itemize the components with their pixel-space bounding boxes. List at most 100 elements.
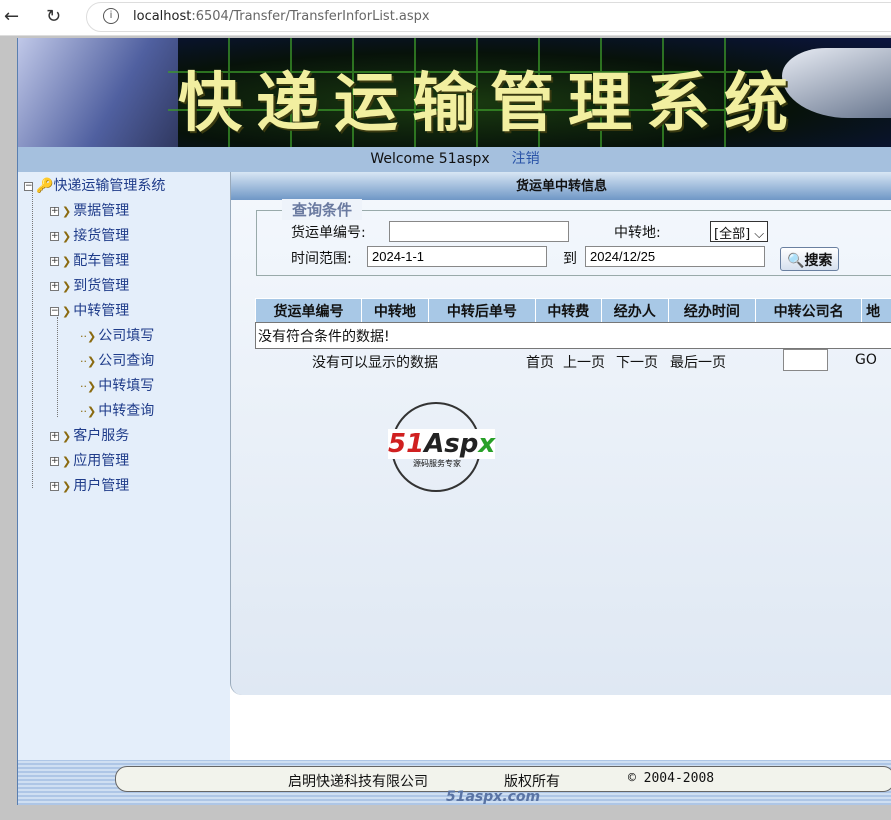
reload-icon[interactable]: ↻ bbox=[46, 6, 61, 27]
date-from-input[interactable] bbox=[367, 246, 547, 267]
back-icon[interactable]: ← bbox=[4, 6, 19, 27]
place-label: 中转地: bbox=[614, 225, 661, 241]
expand-icon[interactable]: + bbox=[50, 206, 59, 216]
table-header-row: 货运单编号 中转地 中转后单号 中转费 经办人 经办时间 中转公司名 地 bbox=[255, 298, 891, 323]
tree-item-label: 公司填写 bbox=[98, 328, 155, 344]
sidebar: − 🔑快递运输管理系统 + ❯ 票据管理 + ❯ 接货管理 + ❯ 配车管理 + ❯ 到货管理 −… bbox=[18, 172, 230, 760]
welcome-text: Welcome 51aspx bbox=[370, 151, 490, 167]
logout-link[interactable]: 注销 bbox=[512, 151, 540, 167]
banner: 快递运输管理系统 bbox=[18, 38, 891, 147]
tree-item-label: 中转管理 bbox=[73, 303, 130, 319]
browser-toolbar: ← ↻ i localhost:6504/Transfer/TransferIn… bbox=[0, 0, 891, 36]
results-table: 货运单编号 中转地 中转后单号 中转费 经办人 经办时间 中转公司名 地 没有符… bbox=[255, 298, 891, 349]
arrow-icon: ··❯ bbox=[80, 355, 97, 368]
date-to-input[interactable] bbox=[585, 246, 765, 267]
transfer-place-select[interactable]: [全部] ⌵ bbox=[710, 221, 769, 242]
tree-item-label: 到货管理 bbox=[73, 278, 130, 294]
expand-icon[interactable]: + bbox=[50, 456, 59, 466]
column-header[interactable]: 中转后单号 bbox=[427, 298, 536, 323]
collapse-icon[interactable]: − bbox=[24, 181, 33, 191]
arrow-icon: ❯ bbox=[62, 480, 72, 493]
tree-item-label: 客户服务 bbox=[73, 428, 130, 444]
order-number-input[interactable] bbox=[389, 221, 569, 242]
banner-title: 快递运输管理系统 bbox=[178, 66, 802, 141]
tree-root[interactable]: − 🔑快递运输管理系统 bbox=[24, 175, 165, 195]
watermark: 51aspx.com bbox=[446, 789, 541, 805]
tree-item-customer[interactable]: + ❯ 客户服务 bbox=[50, 425, 129, 445]
last-page-link[interactable]: 最后一页 bbox=[670, 352, 726, 372]
search-button[interactable]: 🔍搜索 bbox=[780, 247, 840, 271]
tree-item-arrival[interactable]: + ❯ 到货管理 bbox=[50, 275, 129, 295]
tree-item-label: 配车管理 bbox=[73, 253, 130, 269]
tree-item-dispatch[interactable]: + ❯ 配车管理 bbox=[50, 250, 129, 270]
arrow-icon: ··❯ bbox=[80, 405, 97, 418]
page-number-input[interactable] bbox=[783, 349, 828, 371]
tree-item-label: 中转查询 bbox=[98, 403, 155, 419]
url-host: localhost bbox=[133, 9, 192, 24]
tree-item-label: 公司查询 bbox=[98, 353, 155, 369]
arrow-icon: ❯ bbox=[62, 255, 72, 268]
tree-item-tickets[interactable]: + ❯ 票据管理 bbox=[50, 200, 129, 220]
query-legend: 查询条件 bbox=[282, 199, 363, 220]
column-header[interactable]: 经办时间 bbox=[667, 298, 757, 323]
next-page-link[interactable]: 下一页 bbox=[616, 352, 658, 372]
arrow-icon: ❯ bbox=[62, 230, 72, 243]
url-path: :6504/Transfer/TransferInforList.aspx bbox=[191, 9, 430, 24]
welcome-bar: Welcome 51aspx 注销 bbox=[18, 147, 891, 172]
tree-item-label: 用户管理 bbox=[73, 478, 130, 494]
tree-item-transfer-query[interactable]: ··❯ 中转查询 bbox=[80, 400, 154, 420]
copyright-text: © 2004-2008 bbox=[628, 771, 715, 786]
expand-icon[interactable]: + bbox=[50, 281, 59, 291]
key-icon: 🔑 bbox=[36, 178, 54, 194]
arrow-icon: ··❯ bbox=[80, 380, 97, 393]
order-label: 货运单编号: bbox=[291, 225, 366, 241]
arrow-icon: ❯ bbox=[62, 280, 72, 293]
table-row: 没有符合条件的数据! bbox=[255, 322, 891, 349]
expand-icon[interactable]: + bbox=[50, 256, 59, 266]
search-label: 搜索 bbox=[804, 253, 833, 269]
logo-subtitle: 源码服务专家 bbox=[413, 459, 461, 468]
column-header[interactable]: 经办人 bbox=[600, 298, 669, 323]
empty-message: 没有符合条件的数据! bbox=[255, 322, 891, 349]
tree-item-label: 应用管理 bbox=[73, 453, 130, 469]
page: 快递运输管理系统 Welcome 51aspx 注销 − 🔑快递运输管理系统 + ❯ 票… bbox=[17, 38, 891, 805]
go-button[interactable]: GO bbox=[855, 352, 877, 368]
range-label: 时间范围: bbox=[291, 251, 352, 267]
expand-icon[interactable]: + bbox=[50, 481, 59, 491]
info-icon[interactable]: i bbox=[103, 8, 119, 24]
tree-item-label: 接货管理 bbox=[73, 228, 130, 244]
to-label: 到 bbox=[563, 251, 577, 267]
arrow-icon: ❯ bbox=[62, 205, 72, 218]
column-header[interactable]: 货运单编号 bbox=[255, 298, 362, 323]
tree-item-company-query[interactable]: ··❯ 公司查询 bbox=[80, 350, 154, 370]
column-header[interactable]: 中转地 bbox=[360, 298, 429, 323]
search-icon: 🔍 bbox=[787, 253, 805, 269]
address-bar[interactable]: i localhost:6504/Transfer/TransferInforL… bbox=[86, 2, 891, 32]
column-header[interactable]: 中转费 bbox=[534, 298, 602, 323]
column-header[interactable]: 中转公司名 bbox=[755, 298, 863, 323]
query-fieldset: 查询条件 货运单编号: 中转地: [全部] ⌵ 时间范围: 到 🔍搜索 bbox=[256, 199, 891, 276]
tree-item-label: 票据管理 bbox=[73, 203, 130, 219]
expand-icon[interactable]: + bbox=[50, 231, 59, 241]
select-value: [全部] bbox=[714, 227, 751, 242]
tree-item-users[interactable]: + ❯ 用户管理 bbox=[50, 475, 129, 495]
arrow-icon: ··❯ bbox=[80, 330, 97, 343]
tree-item-label: 中转填写 bbox=[98, 378, 155, 394]
tree-item-apps[interactable]: + ❯ 应用管理 bbox=[50, 450, 129, 470]
column-header[interactable]: 地 bbox=[861, 298, 891, 323]
arrow-icon: ❯ bbox=[62, 305, 72, 318]
prev-page-link[interactable]: 上一页 bbox=[563, 352, 605, 372]
arrow-icon: ❯ bbox=[62, 455, 72, 468]
expand-icon[interactable]: + bbox=[50, 431, 59, 441]
tree-item-transfer[interactable]: − ❯ 中转管理 bbox=[50, 300, 129, 320]
collapse-icon[interactable]: − bbox=[50, 306, 59, 316]
main-panel: 货运单中转信息 查询条件 货运单编号: 中转地: [全部] ⌵ 时间范围: 到 … bbox=[230, 172, 891, 695]
company-name: 启明快递科技有限公司 bbox=[288, 774, 428, 790]
panel-title: 货运单中转信息 bbox=[231, 172, 891, 200]
footer: 启明快递科技有限公司 版权所有 © 2004-2008 51aspx.com bbox=[18, 760, 891, 805]
tree-item-transfer-fill[interactable]: ··❯ 中转填写 bbox=[80, 375, 154, 395]
tree-item-company-fill[interactable]: ··❯ 公司填写 bbox=[80, 325, 154, 345]
tree-item-receiving[interactable]: + ❯ 接货管理 bbox=[50, 225, 129, 245]
first-page-link[interactable]: 首页 bbox=[526, 352, 554, 372]
tree-root-label: 快递运输管理系统 bbox=[53, 178, 166, 194]
